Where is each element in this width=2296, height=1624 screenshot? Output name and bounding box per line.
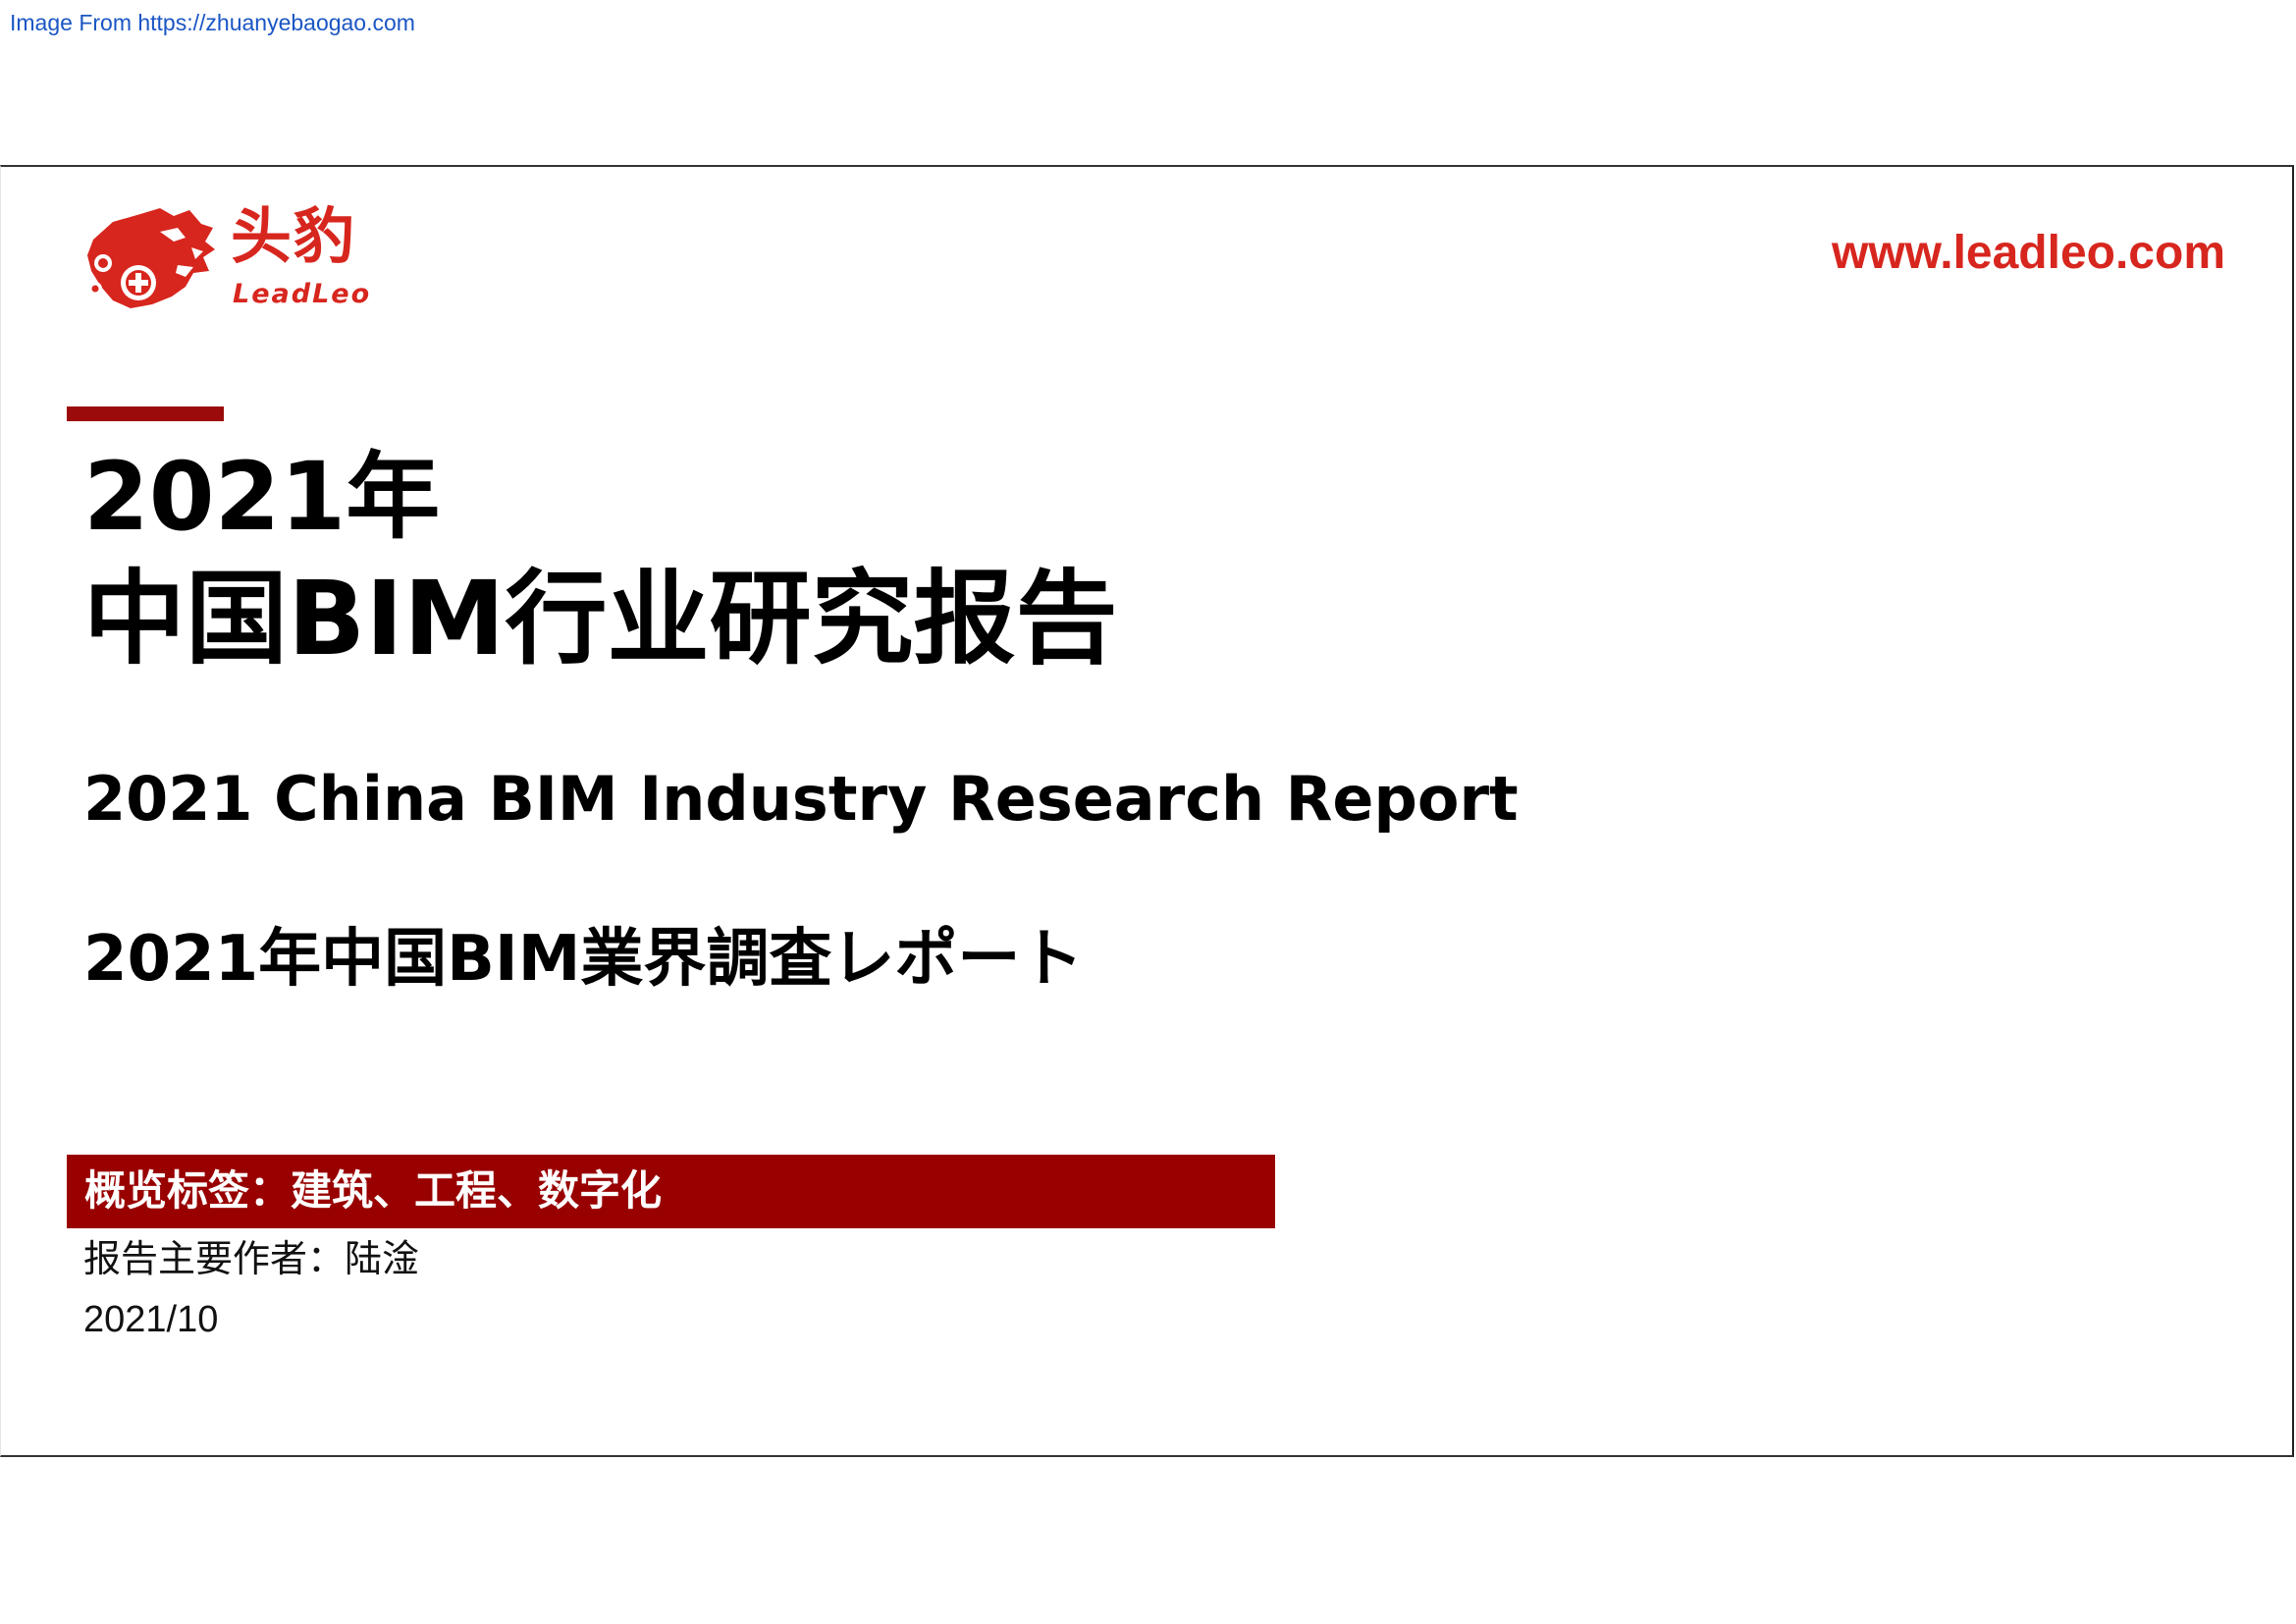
logo-chinese-name: 头豹 [231,200,357,272]
logo-english-name: LeadLeo [233,279,372,309]
report-date: 2021/10 [83,1299,219,1340]
report-title: 中国BIM行业研究报告 [83,559,1118,678]
leopard-head-logo-icon [87,208,215,308]
report-subtitle-english: 2021 China BIM Industry Research Report [83,763,1519,835]
leadleo-logo: 头豹 LeadLeo [83,200,372,316]
source-link[interactable]: Image From https://zhuanyebaogao.com [10,10,415,36]
website-url: www.leadleo.com [1832,227,2225,279]
report-cover-slide: 头豹 LeadLeo www.leadleo.com 2021年 中国BIM行业… [0,165,2294,1457]
title-accent-bar [67,406,224,421]
report-title-year: 2021年 [83,442,441,552]
overview-tags-band: 概览标签：建筑、工程、数字化 [67,1155,1275,1228]
report-author: 报告主要作者：陆淦 [83,1237,420,1280]
overview-tags-text: 概览标签：建筑、工程、数字化 [84,1166,663,1215]
report-subtitle-japanese: 2021年中国BIM業界調査レポート [83,923,1084,996]
